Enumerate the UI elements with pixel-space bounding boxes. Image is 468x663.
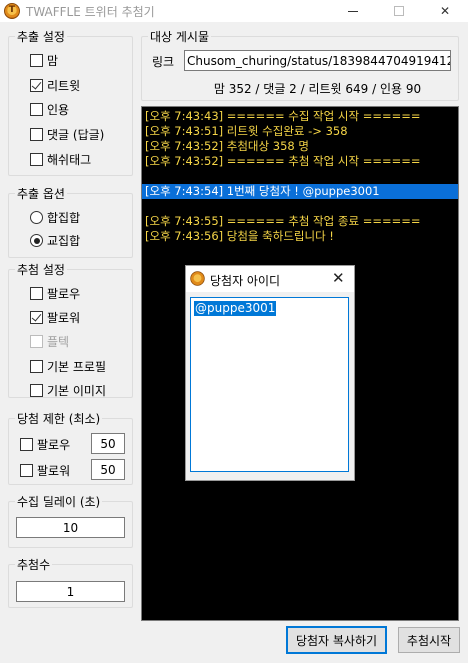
winner-limit-title: 당첨 제한 (최소) [15,410,103,427]
log-line[interactable]: [오후 7:43:56] 당첨을 축하드립니다 ! [145,229,334,244]
extract-option-2[interactable]: 인용 [30,101,69,118]
limit-follow-checkbox[interactable]: 팔로우 [20,436,70,453]
option-label: 교집합 [47,234,81,248]
app-logo-icon [4,3,20,19]
draw-count-input[interactable]: 1 [16,581,125,602]
log-line[interactable]: [오후 7:43:55] ====== 추첨 작업 종료 ====== [145,214,421,229]
checkbox[interactable] [30,287,43,300]
winner-id-selected-text: @puppe3001 [194,301,277,316]
minimize-button[interactable] [330,0,376,22]
option-label: 플텍 [47,335,70,349]
option-label: 댓글 (답글) [47,128,105,142]
checkbox[interactable] [30,153,43,166]
option-label: 해쉬태그 [47,153,92,167]
checkbox[interactable] [30,360,43,373]
draw-option-1[interactable]: 팔로워 [30,309,80,326]
draw-option-4[interactable]: 기본 이미지 [30,382,106,399]
limit-follow-input[interactable]: 50 [91,433,125,454]
close-button[interactable]: ✕ [422,0,468,22]
option-label: 팔로우 [47,287,81,301]
collect-delay-input[interactable]: 10 [16,517,125,538]
post-stats: 맘 352 / 댓글 2 / 리트윗 649 / 인용 90 [213,82,422,96]
draw-option-0[interactable]: 팔로우 [30,285,80,302]
limit-follow-label: 팔로우 [37,438,71,452]
option-label: 인용 [47,103,70,117]
limit-follower-checkbox[interactable]: 팔로워 [20,462,70,479]
checkbox[interactable] [30,54,43,67]
start-draw-button[interactable]: 추첨시작 [398,627,460,653]
winner-dialog-close-icon[interactable]: ✕ [332,269,345,287]
extract-option-3[interactable]: 댓글 (답글) [30,126,104,143]
limit-follow-box[interactable] [20,438,33,451]
winner-dialog-title: 당첨자 아이디 [210,274,281,288]
winner-dialog: 당첨자 아이디 ✕ @puppe3001 [185,265,355,481]
draw-settings-title: 추첨 설정 [15,261,67,278]
collect-delay-title: 수집 딜레이 (초) [15,493,103,510]
extract-option-0[interactable]: 맘 [30,52,58,69]
extract-radio-0[interactable]: 합집합 [30,209,80,226]
log-line[interactable]: [오후 7:43:43] ====== 수집 작업 시작 ====== [145,109,421,124]
target-post-title: 대상 게시물 [148,28,212,45]
close-icon: ✕ [439,4,451,18]
winner-dialog-titlebar: 당첨자 아이디 ✕ [186,266,354,292]
log-line[interactable]: [오후 7:43:52] 추첨대상 358 명 [145,139,309,154]
checkbox[interactable] [30,128,43,141]
option-label: 기본 이미지 [47,384,107,398]
draw-count-title: 추첨수 [15,556,53,573]
maximize-icon [394,6,404,16]
extract-radio-1[interactable]: 교집합 [30,232,80,249]
extract-option-4[interactable]: 해쉬태그 [30,151,91,168]
link-input[interactable]: Chusom_churing/status/183984470491941299… [184,50,451,71]
link-label: 링크 [152,55,175,69]
app-logo-icon [190,271,205,286]
log-line[interactable]: [오후 7:43:52] ====== 추첨 작업 시작 ====== [145,154,421,169]
draw-option-2: 플텍 [30,333,69,350]
extract-settings-title: 추출 설정 [15,28,67,45]
copy-winner-button[interactable]: 당첨자 복사하기 [286,626,387,654]
limit-follower-label: 팔로워 [37,464,71,478]
log-line[interactable]: [오후 7:43:51] 리트윗 수집완료 -> 358 [145,124,348,139]
checkbox[interactable] [30,79,43,92]
option-label: 리트윗 [47,79,81,93]
maximize-button[interactable] [376,0,422,22]
draw-option-3[interactable]: 기본 프로필 [30,358,106,375]
option-label: 기본 프로필 [47,360,107,374]
limit-follower-box[interactable] [20,464,33,477]
minimize-icon [348,10,358,12]
checkbox [30,335,43,348]
window-title: TWAFFLE 트위터 추첨기 [26,5,155,19]
option-label: 맘 [47,54,59,68]
radio-button[interactable] [30,234,43,247]
log-line[interactable]: [오후 7:43:54] 1번째 당첨자 ! @puppe3001 [142,184,458,199]
option-label: 팔로워 [47,311,81,325]
title-bar: TWAFFLE 트위터 추첨기 ✕ [0,0,468,22]
extract-option-1[interactable]: 리트윗 [30,77,80,94]
limit-follower-input[interactable]: 50 [91,459,125,480]
checkbox[interactable] [30,103,43,116]
option-label: 합집합 [47,211,81,225]
winner-id-textbox[interactable]: @puppe3001 [190,297,349,472]
radio-button[interactable] [30,211,43,224]
checkbox[interactable] [30,384,43,397]
extract-options-title: 추출 옵션 [15,185,67,202]
checkbox[interactable] [30,311,43,324]
